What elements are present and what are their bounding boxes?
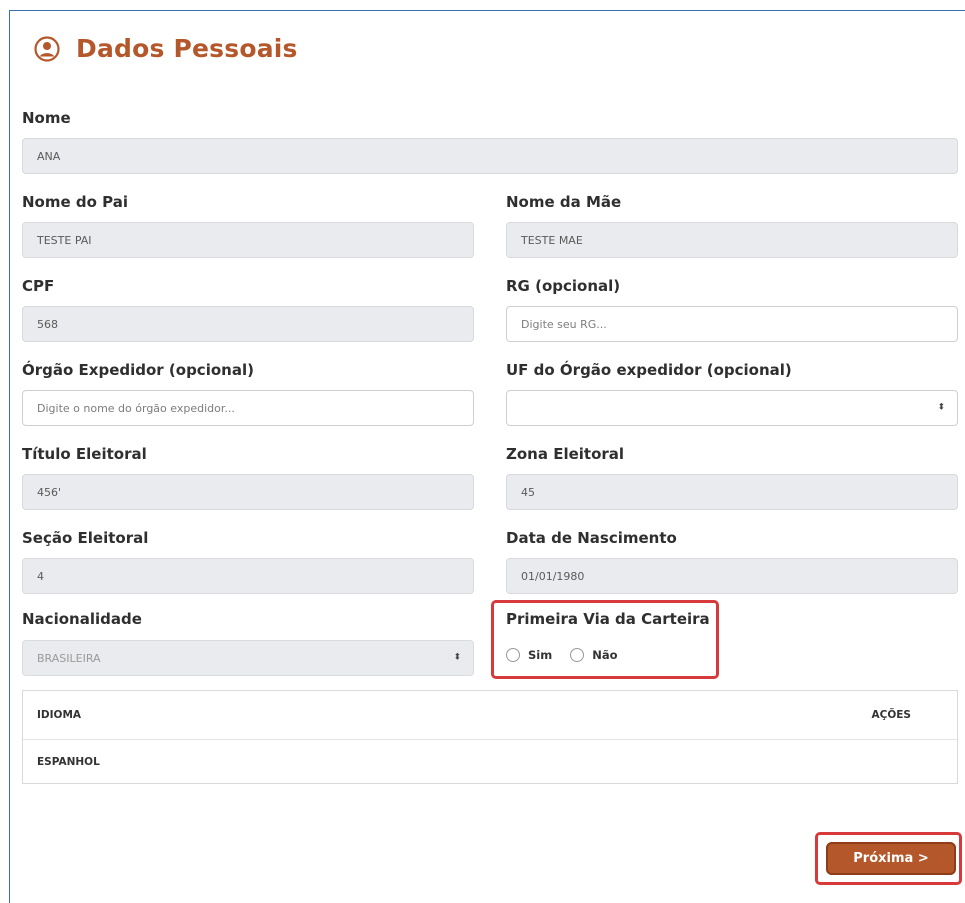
section-header: Dados Pessoais xyxy=(34,34,298,63)
rg-label: RG (opcional) xyxy=(506,277,621,295)
nome-pai-label: Nome do Pai xyxy=(22,193,129,211)
data-nascimento-field[interactable]: 01/01/1980 xyxy=(506,558,958,594)
column-header-acoes: AÇÕES xyxy=(871,709,912,721)
nome-mae-label: Nome da Mãe xyxy=(506,193,622,211)
rg-input[interactable]: Digite seu RG... xyxy=(506,306,958,342)
nome-field[interactable]: ANA xyxy=(22,138,958,174)
orgao-expedidor-input[interactable]: Digite o nome do órgão expedidor... xyxy=(22,390,474,426)
user-circle-icon xyxy=(34,35,60,62)
nome-mae-field[interactable]: TESTE MAE xyxy=(506,222,958,258)
secao-eleitoral-field[interactable]: 4 xyxy=(22,558,474,594)
nacionalidade-label: Nacionalidade xyxy=(22,610,142,628)
radio-sim[interactable] xyxy=(506,648,520,662)
titulo-eleitoral-field[interactable]: 456' xyxy=(22,474,474,510)
nome-label: Nome xyxy=(22,109,71,127)
select-arrows-icon: ⬍ xyxy=(937,402,945,413)
zona-eleitoral-field[interactable]: 45 xyxy=(506,474,958,510)
secao-eleitoral-value: 4 xyxy=(37,569,44,583)
nacionalidade-value: BRASILEIRA xyxy=(37,651,101,665)
data-nascimento-value: 01/01/1980 xyxy=(521,569,585,583)
nome-mae-value: TESTE MAE xyxy=(521,233,583,247)
uf-orgao-select[interactable]: ⬍ xyxy=(506,390,958,426)
orgao-expedidor-placeholder: Digite o nome do órgão expedidor... xyxy=(37,401,235,415)
uf-orgao-label: UF do Órgão expedidor (opcional) xyxy=(506,361,792,379)
primeira-via-label: Primeira Via da Carteira xyxy=(506,610,710,628)
idiomas-table: IDIOMA AÇÕES ESPANHOL xyxy=(22,690,958,784)
data-nascimento-label: Data de Nascimento xyxy=(506,529,677,547)
titulo-eleitoral-value: 456' xyxy=(37,485,62,499)
cpf-value: 568 xyxy=(37,317,58,331)
column-header-idioma: IDIOMA xyxy=(37,709,82,721)
next-button[interactable]: Próxima > xyxy=(826,842,956,875)
radio-nao[interactable] xyxy=(570,648,585,662)
page-title: Dados Pessoais xyxy=(76,34,298,63)
table-header-row: IDIOMA AÇÕES xyxy=(23,691,957,740)
radio-nao-label[interactable]: Não xyxy=(592,648,617,662)
nome-pai-field[interactable]: TESTE PAI xyxy=(22,222,474,258)
secao-eleitoral-label: Seção Eleitoral xyxy=(22,529,149,547)
nome-pai-value: TESTE PAI xyxy=(37,233,92,247)
table-row: ESPANHOL xyxy=(23,740,957,784)
nacionalidade-select[interactable]: BRASILEIRA ⬍ xyxy=(22,640,474,676)
zona-eleitoral-label: Zona Eleitoral xyxy=(506,445,625,463)
rg-placeholder: Digite seu RG... xyxy=(521,317,607,331)
select-arrows-icon: ⬍ xyxy=(453,652,461,663)
radio-sim-label[interactable]: Sim xyxy=(528,648,552,662)
cpf-label: CPF xyxy=(22,277,55,295)
primeira-via-radio-group: Sim Não xyxy=(506,648,618,662)
titulo-eleitoral-label: Título Eleitoral xyxy=(22,445,147,463)
orgao-expedidor-label: Órgão Expedidor (opcional) xyxy=(22,361,254,379)
zona-eleitoral-value: 45 xyxy=(521,485,535,499)
idioma-cell: ESPANHOL xyxy=(37,756,100,768)
nome-value: ANA xyxy=(37,149,61,163)
cpf-field[interactable]: 568 xyxy=(22,306,474,342)
